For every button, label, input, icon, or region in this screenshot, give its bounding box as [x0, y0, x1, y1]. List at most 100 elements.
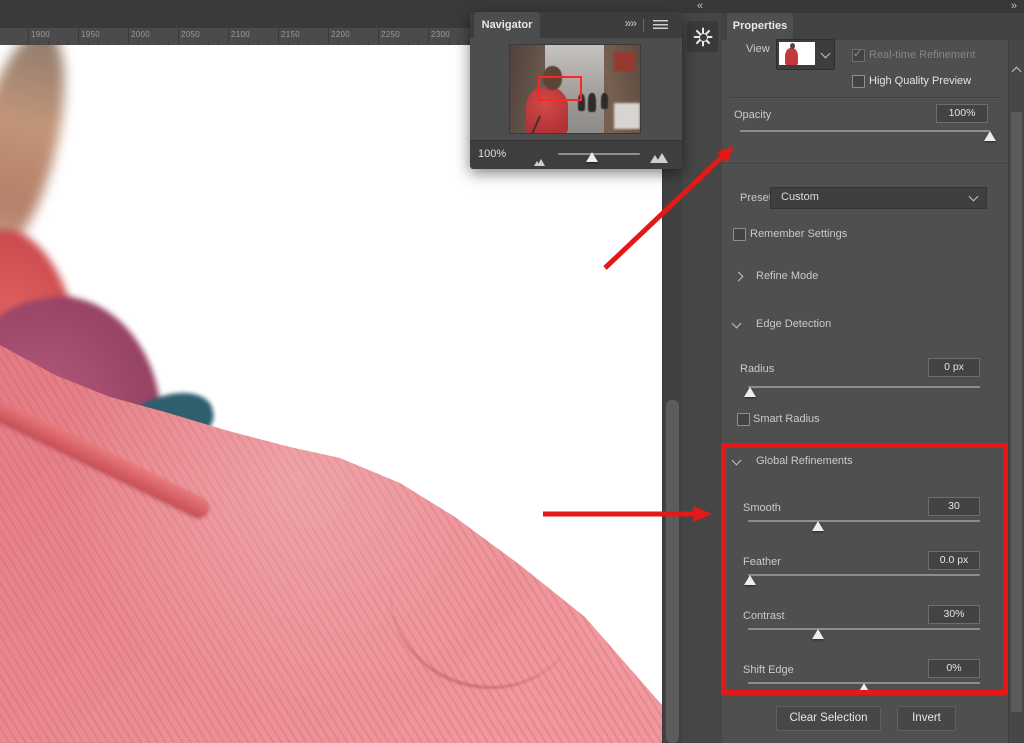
- divider: [730, 97, 1002, 98]
- chevron-down-icon: [732, 456, 742, 466]
- panel-scrollbar-thumb[interactable]: [1011, 112, 1022, 712]
- tab-properties[interactable]: Properties: [727, 13, 793, 40]
- view-mode-thumbnail: [779, 42, 815, 65]
- ruler-tick-label: 2200: [331, 30, 350, 39]
- contrast-slider-thumb[interactable]: [812, 629, 824, 639]
- edge-detection-label: Edge Detection: [756, 318, 831, 330]
- invert-button[interactable]: Invert: [897, 706, 956, 731]
- smooth-value[interactable]: 30: [928, 497, 980, 516]
- radius-slider[interactable]: [748, 382, 980, 398]
- high-quality-preview-checkbox[interactable]: [852, 75, 865, 88]
- feather-slider-thumb[interactable]: [744, 575, 756, 585]
- ruler-tick-label: 2050: [181, 30, 200, 39]
- expand-panels-icon[interactable]: »: [1011, 0, 1016, 12]
- shift-edge-slider[interactable]: [748, 678, 980, 694]
- navigator-panel: Navigator »» 100%: [470, 12, 682, 168]
- contrast-value[interactable]: 30%: [928, 605, 980, 624]
- panel-top-bar: « »: [682, 0, 1024, 13]
- tab-navigator[interactable]: Navigator: [474, 12, 540, 38]
- ruler-tick-label: 1900: [31, 30, 50, 39]
- smart-radius-label: Smart Radius: [753, 413, 820, 425]
- ruler-tick-label: 1950: [81, 30, 100, 39]
- ruler-tick: [78, 28, 79, 45]
- ruler-tick: [428, 28, 429, 45]
- collapse-panels-icon[interactable]: «: [697, 0, 702, 12]
- scroll-up-icon[interactable]: [1012, 67, 1022, 77]
- section-edge-detection[interactable]: Edge Detection: [730, 316, 1000, 334]
- radius-label: Radius: [740, 363, 774, 375]
- ruler-tick-label: 2150: [281, 30, 300, 39]
- high-quality-preview-label: High Quality Preview: [869, 75, 971, 87]
- navigator-view-box[interactable]: [538, 76, 582, 101]
- section-refine-mode[interactable]: Refine Mode: [730, 268, 1000, 286]
- ruler-tick-label: 2000: [131, 30, 150, 39]
- navigator-zoom-slider-thumb[interactable]: [586, 152, 598, 162]
- zoom-in-icon[interactable]: [650, 150, 668, 168]
- chevron-right-icon: [734, 272, 744, 282]
- chevron-down-icon: [969, 192, 979, 202]
- navigator-preview-thumbnail[interactable]: [510, 45, 640, 133]
- properties-panel-header: Properties: [722, 13, 1024, 40]
- feather-value[interactable]: 0.0 px: [928, 551, 980, 570]
- navigator-body: [470, 38, 682, 140]
- storefront: [614, 103, 640, 129]
- wheel-icon-center: [699, 33, 708, 42]
- opacity-slider[interactable]: [740, 126, 990, 142]
- global-refinements-label: Global Refinements: [756, 455, 853, 467]
- divider: [643, 19, 644, 32]
- view-label: View: [746, 43, 770, 55]
- contrast-label: Contrast: [743, 610, 785, 622]
- navigator-zoom-slider[interactable]: [558, 147, 640, 161]
- zoom-out-icon[interactable]: [534, 153, 545, 171]
- section-global-refinements[interactable]: Global Refinements: [730, 453, 1000, 471]
- panel-menu-icon[interactable]: [653, 20, 668, 30]
- opacity-label: Opacity: [734, 109, 771, 121]
- ruler-tick-label: 2100: [231, 30, 250, 39]
- ruler-tick-label: 2250: [381, 30, 400, 39]
- select-and-mask-panel-icon[interactable]: [687, 21, 718, 52]
- shift-edge-slider-thumb[interactable]: [858, 683, 870, 693]
- ruler-tick: [328, 28, 329, 45]
- smooth-label: Smooth: [743, 502, 781, 514]
- preset-dropdown[interactable]: Custom: [770, 187, 987, 209]
- navigator-tab-bar: Navigator »»: [470, 12, 682, 38]
- feather-label: Feather: [743, 556, 781, 568]
- clear-selection-button[interactable]: Clear Selection: [776, 706, 881, 731]
- thumbnail-person-figure: [785, 48, 798, 65]
- smooth-slider[interactable]: [748, 516, 980, 532]
- radius-value[interactable]: 0 px: [928, 358, 980, 377]
- canvas-scrollbar-thumb[interactable]: [666, 400, 679, 743]
- pedestrian: [601, 93, 608, 109]
- ruler-tick-label: 2300: [431, 30, 450, 39]
- panel-icon-strip: [682, 13, 723, 743]
- contrast-slider[interactable]: [748, 624, 980, 640]
- bag-strap: [531, 115, 541, 133]
- chevron-down-icon: [821, 49, 831, 59]
- panel-scrollbar[interactable]: [1008, 40, 1024, 743]
- shift-edge-value[interactable]: 0%: [928, 659, 980, 678]
- photoshop-select-and-mask-window: 1900 1950 2000 2050 2100 2150 2200 2250 2300 « »…: [0, 0, 1024, 743]
- ruler-tick: [278, 28, 279, 45]
- ruler-tick: [228, 28, 229, 45]
- smart-radius-checkbox[interactable]: [737, 413, 750, 426]
- opacity-value[interactable]: 100%: [936, 104, 988, 123]
- navigator-zoom-value[interactable]: 100%: [478, 148, 506, 160]
- refine-mode-label: Refine Mode: [756, 270, 818, 282]
- pedestrian: [588, 93, 596, 112]
- remember-settings-checkbox[interactable]: [733, 228, 746, 241]
- divider: [722, 163, 1008, 164]
- chevron-down-icon: [732, 319, 742, 329]
- red-awning: [614, 52, 635, 71]
- remember-settings-label: Remember Settings: [750, 228, 847, 240]
- realtime-refinement-checkbox[interactable]: [852, 49, 865, 62]
- ruler-tick: [178, 28, 179, 45]
- collapse-panel-icon[interactable]: »»: [625, 16, 636, 30]
- opacity-slider-thumb[interactable]: [984, 131, 996, 141]
- feather-slider[interactable]: [748, 570, 980, 586]
- ruler-tick: [128, 28, 129, 45]
- radius-slider-thumb[interactable]: [744, 387, 756, 397]
- preset-value: Custom: [781, 191, 819, 203]
- smooth-slider-thumb[interactable]: [812, 521, 824, 531]
- navigator-zoom-bar: 100%: [470, 140, 682, 169]
- view-mode-dropdown[interactable]: [776, 39, 835, 70]
